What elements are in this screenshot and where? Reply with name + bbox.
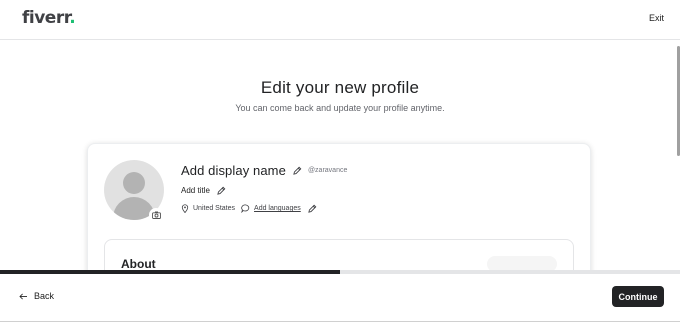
fiverr-logo[interactable]: fiverr. [22, 8, 76, 28]
about-title: About [121, 257, 156, 271]
back-label: Back [34, 291, 55, 301]
title-row: Add title [181, 186, 226, 195]
camera-icon[interactable] [149, 208, 163, 222]
top-navigation: fiverr. Exit [0, 0, 680, 40]
username: @zaravance [307, 167, 348, 174]
arrow-left-icon [19, 293, 28, 300]
bottom-action-bar: Back Continue [0, 274, 680, 322]
location-pin-icon [181, 204, 189, 213]
display-name[interactable]: Add display name [181, 163, 286, 178]
profile-title[interactable]: Add title [181, 186, 210, 195]
back-button[interactable]: Back [19, 291, 54, 301]
pencil-icon[interactable] [217, 186, 226, 195]
avatar-head [123, 172, 145, 194]
meta-row: United States Add languages [181, 204, 317, 213]
pencil-icon[interactable] [293, 166, 302, 175]
logo-dot: . [69, 8, 76, 28]
continue-button[interactable]: Continue [612, 286, 664, 307]
speech-bubble-icon [241, 204, 250, 213]
add-languages-link[interactable]: Add languages [254, 205, 301, 212]
page-subtitle: You can come back and update your profil… [235, 103, 445, 113]
exit-link[interactable]: Exit [649, 13, 664, 23]
pencil-icon[interactable] [308, 204, 317, 213]
display-name-row: Add display name @zaravance [181, 163, 347, 178]
logo-text: fiverr [22, 8, 70, 28]
location-text: United States [193, 205, 236, 212]
page-title: Edit your new profile [260, 78, 420, 97]
